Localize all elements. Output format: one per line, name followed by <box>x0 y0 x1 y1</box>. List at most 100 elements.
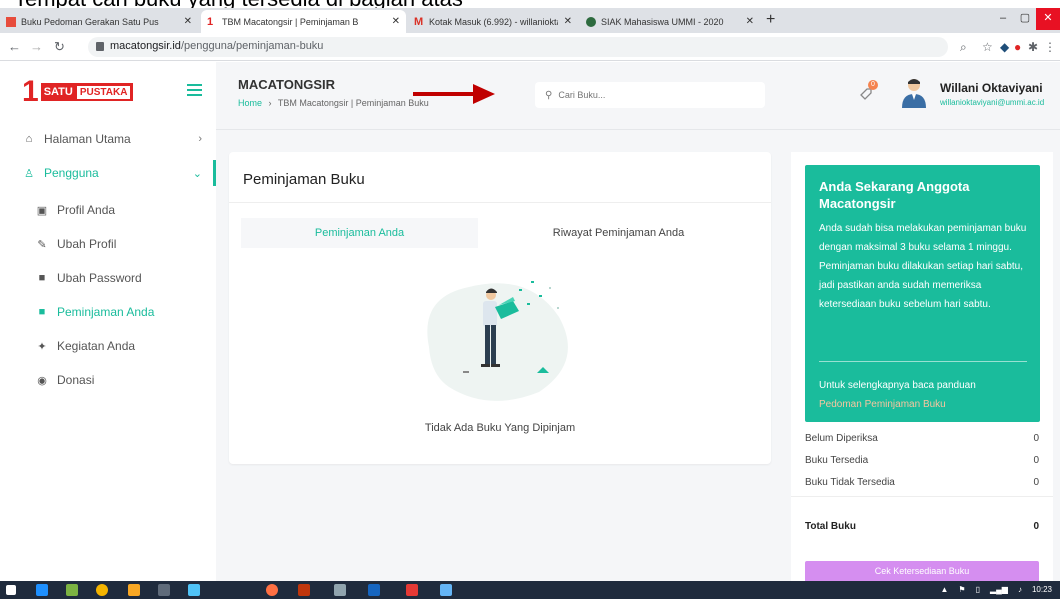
maximize-button[interactable]: ▢ <box>1014 8 1036 30</box>
tab-buku-pedoman[interactable]: Buku Pedoman Gerakan Satu Pus ✕ <box>0 10 198 33</box>
notes-icon[interactable] <box>334 584 346 596</box>
chevron-down-icon: ⌄ <box>192 167 202 180</box>
tab-siak[interactable]: SIAK Mahasiswa UMMI - 2020 ✕ <box>580 10 760 33</box>
close-tab-icon[interactable]: ✕ <box>746 16 754 27</box>
tab-peminjaman-anda[interactable]: Peminjaman Anda <box>241 218 478 248</box>
volume-icon[interactable]: ♪ <box>1018 585 1022 594</box>
adblock-icon[interactable]: ● <box>1014 40 1021 54</box>
flag-icon[interactable]: ⚑ <box>958 585 965 594</box>
clock[interactable]: 10:23 <box>1032 585 1052 594</box>
breadcrumb-home-link[interactable]: Home <box>238 98 262 108</box>
signal-icon[interactable]: ▂▄▆ <box>990 585 1008 594</box>
notification-badge: 0 <box>868 80 878 90</box>
cek-ketersediaan-button[interactable]: Cek Ketersediaan Buku <box>805 561 1039 581</box>
sidebar-item-peminjaman-anda[interactable]: ■ Peminjaman Anda <box>35 305 215 319</box>
annotation-arrow-head-icon <box>473 84 495 104</box>
tray-chevron-icon[interactable]: ▲ <box>940 585 948 594</box>
site-title: MACATONGSIR <box>238 77 336 92</box>
membership-info-box: Anda Sekarang Anggota Macatongsir Anda s… <box>805 165 1040 422</box>
ie-browser-icon[interactable] <box>36 584 48 596</box>
sidebar-item-donasi[interactable]: ◉ Donasi <box>35 373 215 387</box>
firefox-icon[interactable] <box>266 584 278 596</box>
sidebar-item-profil-anda[interactable]: ▣ Profil Anda <box>35 203 215 217</box>
windows-start-icon[interactable] <box>6 585 16 595</box>
card-divider <box>229 202 771 203</box>
sidebar-item-pengguna[interactable]: ♙ Pengguna ⌄ <box>22 166 202 180</box>
id-card-icon: ▣ <box>36 204 48 217</box>
breadcrumb-current: TBM Macatongsir | Peminjaman Buku <box>277 98 429 108</box>
tab-kotak-masuk[interactable]: M Kotak Masuk (6.992) - willanioktav ✕ <box>408 10 578 33</box>
window-controls: – ▢ ✕ <box>992 8 1060 30</box>
os-taskbar: ▲ ⚑ ▯ ▂▄▆ ♪ 10:23 <box>0 581 1060 599</box>
home-icon: ⌂ <box>25 133 33 145</box>
minimize-button[interactable]: – <box>992 8 1014 30</box>
mail-icon[interactable] <box>128 584 140 596</box>
app-icon[interactable] <box>66 584 78 596</box>
zoom-icon[interactable]: ⌕ <box>960 40 967 55</box>
edit-icon: ✎ <box>37 238 47 251</box>
avatar[interactable] <box>900 76 928 108</box>
star-icon[interactable]: ☆ <box>982 40 993 54</box>
media-icon[interactable] <box>406 584 418 596</box>
card-title: Peminjaman Buku <box>243 171 365 188</box>
browser-tab-bar: Buku Pedoman Gerakan Satu Pus ✕ 1 TBM Ma… <box>0 8 1060 33</box>
sidebar-item-kegiatan-anda[interactable]: ✦ Kegiatan Anda <box>35 339 215 353</box>
close-window-button[interactable]: ✕ <box>1036 8 1060 30</box>
new-tab-button[interactable]: + <box>766 11 775 29</box>
close-tab-icon[interactable]: ✕ <box>184 16 192 27</box>
info-more-text: Untuk selengkapnya baca panduan <box>819 380 976 391</box>
tab-riwayat-peminjaman[interactable]: Riwayat Peminjaman Anda <box>478 218 759 248</box>
back-arrow-icon[interactable]: ← <box>8 39 21 54</box>
search-box[interactable]: ⚲ <box>535 82 765 108</box>
empty-state-text: Tidak Ada Buku Yang Dipinjam <box>424 422 576 434</box>
lock-icon: ■ <box>38 272 46 284</box>
chevron-right-icon: › <box>198 133 202 145</box>
gmail-favicon-icon: M <box>414 15 424 28</box>
menu-kebab-icon[interactable]: ⋮ <box>1044 40 1056 54</box>
hamburger-menu-icon[interactable] <box>187 84 202 99</box>
satu-pustaka-logo[interactable]: 1 SATU PUSTAKA <box>22 77 134 107</box>
sidebar-item-ubah-password[interactable]: ■ Ubah Password <box>35 271 215 285</box>
page-header: MACATONGSIR Home › TBM Macatongsir | Pem… <box>216 62 1060 128</box>
calendar-icon[interactable] <box>158 584 170 596</box>
illustrator-icon[interactable] <box>298 584 310 596</box>
chrome-icon[interactable] <box>96 584 108 596</box>
explorer-icon[interactable] <box>188 584 200 596</box>
sidebar-item-halaman-utama[interactable]: ⌂ Halaman Utama › <box>22 132 202 146</box>
forward-arrow-icon[interactable]: → <box>30 39 43 54</box>
battery-icon[interactable]: ▯ <box>976 585 980 594</box>
user-name[interactable]: Willani Oktaviyani <box>940 81 1043 95</box>
user-email: willanioktaviyani@ummi.ac.id <box>940 98 1045 107</box>
url-input[interactable]: macatongsir.id/pengguna/peminjaman-buku <box>88 37 948 57</box>
window-icon[interactable] <box>440 584 452 596</box>
book-icon: ■ <box>38 306 46 318</box>
satu-pustaka-favicon-icon: 1 <box>207 15 214 28</box>
search-icon: ⚲ <box>545 89 553 101</box>
close-tab-icon[interactable]: ✕ <box>564 16 572 27</box>
membership-panel: Anda Sekarang Anggota Macatongsir Anda s… <box>791 152 1053 581</box>
university-seal-favicon-icon <box>586 16 596 27</box>
system-tray: ▲ ⚑ ▯ ▂▄▆ ♪ 10:23 <box>940 585 1052 594</box>
extension-icon[interactable]: ◆ <box>1000 40 1009 54</box>
lock-icon <box>96 42 104 51</box>
running-icon: ✦ <box>37 340 47 353</box>
puzzle-icon[interactable]: ✱ <box>1028 40 1038 54</box>
breadcrumb: Home › TBM Macatongsir | Peminjaman Buku <box>238 98 429 108</box>
close-tab-icon[interactable]: ✕ <box>392 16 400 27</box>
address-bar: ← → ↻ macatongsir.id/pengguna/peminjaman… <box>0 33 1060 61</box>
stat-buku-tersedia: Buku Tersedia 0 <box>805 455 1039 466</box>
peminjaman-card: Peminjaman Buku Peminjaman Anda Riwayat … <box>229 152 771 464</box>
coin-icon: ◉ <box>37 374 47 387</box>
pedoman-link[interactable]: Pedoman Peminjaman Buku <box>819 399 946 410</box>
loan-tabs: Peminjaman Anda Riwayat Peminjaman Anda <box>241 218 759 248</box>
url-domain: macatongsir.id <box>110 40 181 52</box>
search-input[interactable] <box>558 90 739 100</box>
word-icon[interactable] <box>368 584 380 596</box>
tab-tbm-macatongsir[interactable]: 1 TBM Macatongsir | Peminjaman B ✕ <box>201 10 406 33</box>
annotation-arrow-shaft <box>413 92 475 96</box>
sidebar-item-ubah-profil[interactable]: ✎ Ubah Profil <box>35 237 215 251</box>
bookmark-favicon-icon <box>6 16 16 27</box>
active-section-indicator <box>213 160 216 186</box>
reload-icon[interactable]: ↻ <box>54 39 65 55</box>
info-body: Anda sudah bisa melakukan peminjaman buk… <box>819 223 1027 310</box>
